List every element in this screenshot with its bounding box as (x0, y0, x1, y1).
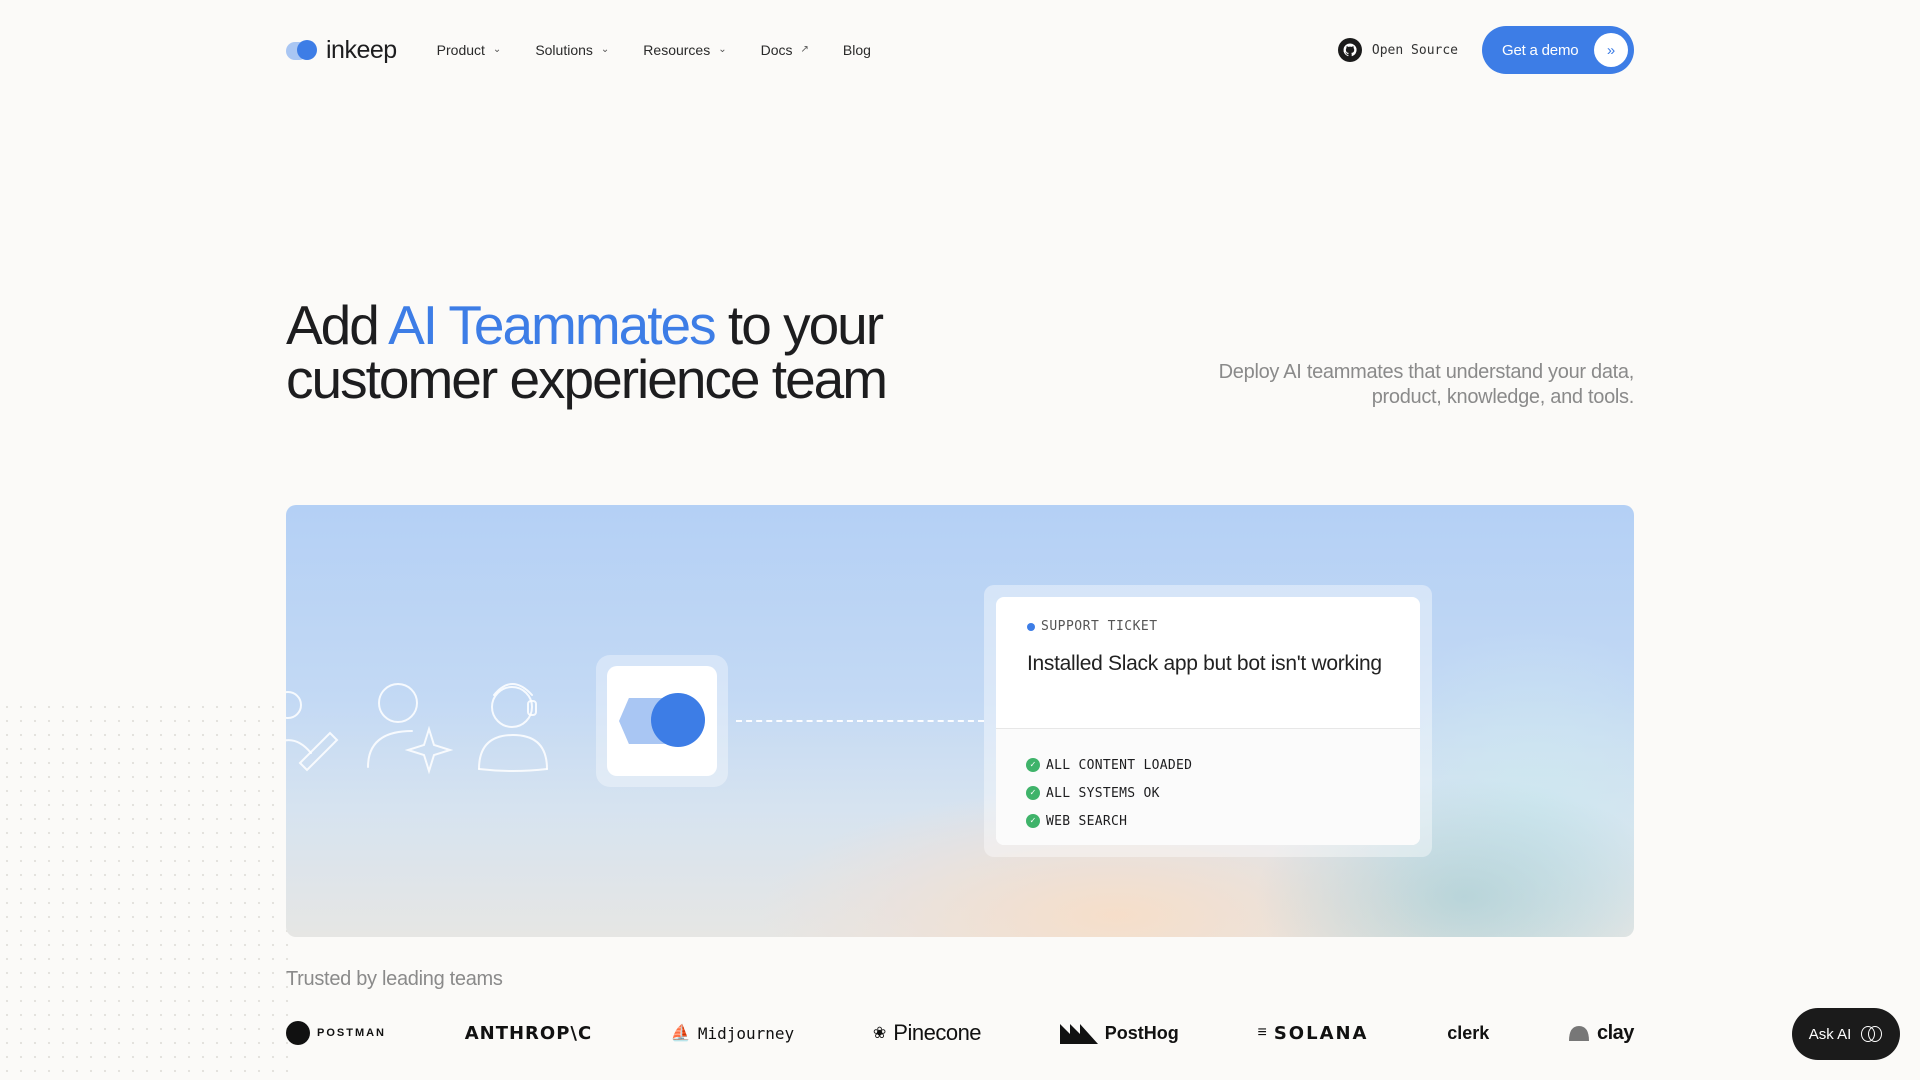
arrow-up-right-icon: ↗ (800, 43, 809, 55)
ticket-tag: SUPPORT TICKET (1027, 619, 1389, 634)
check-circle-icon: ✓ (1026, 786, 1040, 800)
posthog-logo: PostHog (1059, 1022, 1179, 1044)
nav-product-label: Product (436, 42, 485, 58)
headset-user-icon (478, 683, 548, 772)
hero-title-accent: AI Teammates (388, 294, 717, 356)
check-item: ✓ WEB SEARCH (1026, 807, 1390, 835)
clay-icon (1568, 1026, 1589, 1041)
support-ticket-card: SUPPORT TICKET Installed Slack app but b… (984, 585, 1432, 857)
nav-docs[interactable]: Docs ↗ (761, 42, 809, 58)
double-chevron-right-icon: » (1594, 33, 1628, 67)
nav-links: Product ⌄ Solutions ⌄ Resources ⌄ Docs ↗… (437, 42, 871, 58)
check-circle-icon: ✓ (1026, 814, 1040, 828)
logo-text: inkeep (326, 35, 397, 64)
midjourney-logo: ⛵ Midjourney (670, 1023, 795, 1043)
nav-actions: Open Source Get a demo » (1337, 26, 1634, 74)
posthog-icon (1059, 1024, 1098, 1044)
nav-product[interactable]: Product ⌄ (437, 42, 502, 58)
hero-title: Add AI Teammates to your customer experi… (286, 298, 986, 407)
agent-icons (286, 675, 576, 775)
ai-rings-icon (1861, 1026, 1883, 1042)
ticket-tag-label: SUPPORT TICKET (1041, 619, 1158, 634)
nav-resources[interactable]: Resources ⌄ (643, 42, 726, 58)
open-source-label: Open Source (1371, 42, 1458, 58)
chevron-down-icon: ⌄ (492, 43, 502, 55)
ticket-title: Installed Slack app but bot isn't workin… (1027, 652, 1382, 675)
github-icon (1337, 38, 1362, 62)
hero-illustration: SUPPORT TICKET Installed Slack app but b… (286, 505, 1634, 937)
anthropic-logo: ANTHROP\C (464, 1022, 593, 1044)
solana-logo: ≡ SOLANA (1257, 1022, 1369, 1044)
open-source-link[interactable]: Open Source (1337, 38, 1458, 62)
edit-user-icon (286, 691, 339, 772)
check-label: ALL SYSTEMS OK (1046, 785, 1160, 801)
ask-ai-button[interactable]: Ask AI (1792, 1008, 1900, 1060)
dotted-background (0, 700, 300, 1080)
check-label: ALL CONTENT LOADED (1046, 757, 1193, 773)
nav-solutions[interactable]: Solutions ⌄ (535, 42, 609, 58)
logo[interactable]: inkeep (286, 36, 397, 65)
hero-title-pre: Add (286, 294, 389, 356)
nav-docs-label: Docs (760, 42, 793, 58)
clay-logo: clay (1568, 1022, 1634, 1045)
nav-solutions-label: Solutions (535, 42, 593, 58)
status-dot-icon (1027, 622, 1035, 631)
inkeep-mark-icon (619, 693, 705, 749)
sparkle-user-icon (367, 683, 454, 775)
customer-logos: POSTMAN ANTHROP\C ⛵ Midjourney ❀ Pinecon… (286, 1013, 1634, 1053)
chevron-down-icon: ⌄ (718, 43, 727, 55)
pinecone-icon: ❀ (872, 1025, 887, 1042)
pinecone-logo: ❀ Pinecone (872, 1020, 982, 1045)
get-demo-button[interactable]: Get a demo » (1482, 26, 1634, 74)
check-item: ✓ ALL CONTENT LOADED (1026, 751, 1390, 779)
top-nav: inkeep Product ⌄ Solutions ⌄ Resources ⌄… (286, 26, 1634, 74)
ask-ai-label: Ask AI (1808, 1025, 1852, 1043)
sailboat-icon: ⛵ (670, 1025, 691, 1042)
check-item: ✓ ALL SYSTEMS OK (1026, 779, 1390, 807)
hero-subtitle: Deploy AI teammates that understand your… (1218, 361, 1635, 408)
check-label: WEB SEARCH (1046, 813, 1128, 829)
solana-icon: ≡ (1257, 1024, 1267, 1041)
nav-blog-label: Blog (842, 42, 871, 58)
logo-mark-icon (286, 38, 322, 62)
postman-icon (286, 1021, 310, 1045)
ticket-checks: ✓ ALL CONTENT LOADED ✓ ALL SYSTEMS OK ✓ … (996, 729, 1420, 845)
postman-logo: POSTMAN (286, 1021, 386, 1045)
check-circle-icon: ✓ (1026, 758, 1040, 772)
chevron-down-icon: ⌄ (600, 43, 610, 55)
connector-line (736, 720, 984, 722)
clerk-logo: clerk (1447, 1022, 1490, 1043)
nav-blog[interactable]: Blog (843, 42, 871, 58)
nav-resources-label: Resources (643, 42, 711, 58)
trusted-heading: Trusted by leading teams (286, 968, 503, 990)
get-demo-label: Get a demo (1502, 41, 1579, 59)
ai-agent-card (596, 655, 728, 787)
